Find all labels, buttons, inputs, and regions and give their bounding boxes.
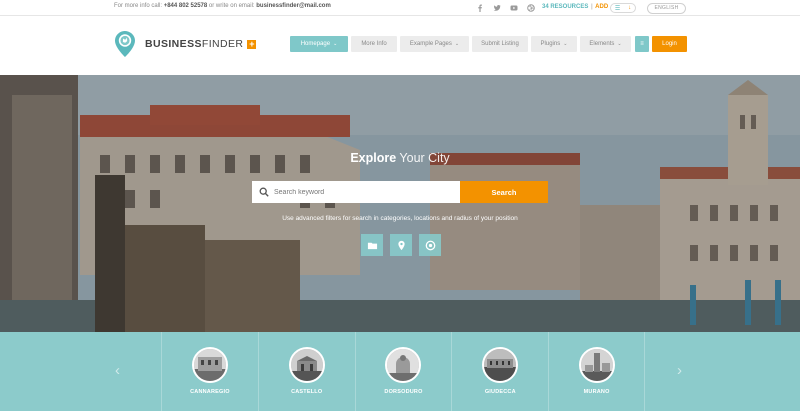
- nav-elements[interactable]: Elements ⌄: [580, 36, 631, 52]
- nav-plugins-label: Plugins: [540, 41, 561, 47]
- city-name: GIUDECCA: [484, 389, 516, 395]
- contact-middle: or write on email:: [208, 3, 255, 9]
- carousel-prev-icon[interactable]: ‹: [115, 362, 120, 379]
- chevron-down-icon: ⌄: [454, 41, 460, 47]
- login-button[interactable]: Login: [652, 36, 687, 52]
- contact-phone[interactable]: +844 802 52578: [164, 3, 208, 9]
- hero-background-image: [0, 75, 800, 332]
- hero-title-strong: Explore: [350, 151, 397, 165]
- nav-example-pages-label: Example Pages: [409, 41, 452, 47]
- resources-count[interactable]: 34 RESOURCES: [542, 4, 588, 10]
- logo-text-bold: BUSINESS: [145, 38, 202, 50]
- menu-icon[interactable]: ≡: [635, 36, 649, 52]
- contact-email[interactable]: businessfinder@mail.com: [256, 3, 331, 9]
- logo-plus-badge: +: [247, 38, 257, 49]
- city-item[interactable]: CANNAREGIO: [161, 332, 258, 411]
- search-input[interactable]: [274, 181, 458, 203]
- view-toggle[interactable]: ☰ ↓: [610, 3, 636, 13]
- contact-info: For more info call: +844 802 52578 or wr…: [114, 3, 331, 9]
- chevron-down-icon: ⌄: [617, 41, 622, 47]
- resources-link[interactable]: 34 RESOURCES | ADD: [542, 4, 608, 10]
- carousel-next-icon[interactable]: ›: [677, 362, 682, 379]
- chevron-down-icon: ⌄: [563, 41, 568, 47]
- city-item[interactable]: DORSODURO: [354, 332, 452, 411]
- search-field[interactable]: [252, 181, 460, 203]
- nav-submit-listing-label: Submit Listing: [481, 41, 519, 47]
- city-thumbnail: [385, 347, 422, 383]
- logo-pin-icon: [114, 30, 136, 58]
- city-name: MURANO: [583, 389, 610, 395]
- site-logo[interactable]: BUSINESSFINDER +: [114, 30, 257, 58]
- nav-homepage-label: Homepage: [300, 41, 331, 47]
- hero-section: Explore Your City Search Use advanced fi…: [0, 75, 800, 332]
- logo-text: BUSINESSFINDER: [145, 38, 243, 50]
- nav-more-info-label: More Info: [361, 41, 387, 47]
- hero-subtitle: Use advanced filters for search in categ…: [282, 215, 518, 222]
- download-icon[interactable]: ↓: [628, 5, 631, 11]
- city-carousel: ‹ CANNAREGIO CASTELLO DORSODURO GIUDECCA: [0, 332, 800, 411]
- youtube-icon[interactable]: [510, 4, 518, 12]
- city-list: CANNAREGIO CASTELLO DORSODURO GIUDECCA M…: [161, 332, 645, 411]
- city-name: CASTELLO: [291, 389, 323, 395]
- hero-title-light: Your City: [399, 151, 450, 165]
- chevron-down-icon: ⌄: [333, 41, 338, 47]
- nav-elements-label: Elements: [589, 41, 615, 47]
- add-resource-link[interactable]: ADD: [595, 4, 608, 10]
- list-view-icon[interactable]: ☰: [615, 5, 620, 12]
- city-item[interactable]: GIUDECCA: [451, 332, 548, 411]
- quick-search-icons: [361, 234, 441, 256]
- city-thumbnail: [288, 347, 325, 383]
- map-pin-icon[interactable]: [390, 234, 412, 256]
- nav-example-pages[interactable]: Example Pages ⌄: [400, 36, 469, 52]
- resources-separator: |: [591, 4, 593, 10]
- top-info-bar: For more info call: +844 802 52578 or wr…: [0, 0, 800, 16]
- social-links: [476, 2, 535, 14]
- city-item[interactable]: MURANO: [548, 332, 645, 411]
- main-header: BUSINESSFINDER + Homepage ⌄ More Info Ex…: [0, 17, 800, 75]
- contact-prefix: For more info call:: [114, 3, 163, 9]
- city-item[interactable]: CASTELLO: [257, 332, 355, 411]
- city-name: DORSODURO: [384, 389, 423, 395]
- facebook-icon[interactable]: [476, 4, 484, 12]
- nav-homepage[interactable]: Homepage ⌄: [290, 36, 348, 52]
- target-icon[interactable]: [419, 234, 441, 256]
- nav-more-info[interactable]: More Info: [351, 36, 397, 52]
- city-name: CANNAREGIO: [190, 389, 230, 395]
- nav-plugins[interactable]: Plugins ⌄: [531, 36, 577, 52]
- nav-submit-listing[interactable]: Submit Listing: [472, 36, 528, 52]
- logo-text-light: FINDER: [201, 38, 244, 50]
- twitter-icon[interactable]: [493, 4, 501, 12]
- language-selector[interactable]: ENGLISH: [647, 3, 686, 14]
- dribbble-icon[interactable]: [527, 4, 535, 12]
- folder-icon[interactable]: [361, 234, 383, 256]
- city-thumbnail: [482, 347, 519, 383]
- search-button[interactable]: Search: [460, 181, 548, 203]
- search-icon: [259, 187, 269, 197]
- hero-title: Explore Your City: [0, 151, 800, 165]
- city-thumbnail: [578, 347, 615, 383]
- city-thumbnail: [191, 347, 228, 383]
